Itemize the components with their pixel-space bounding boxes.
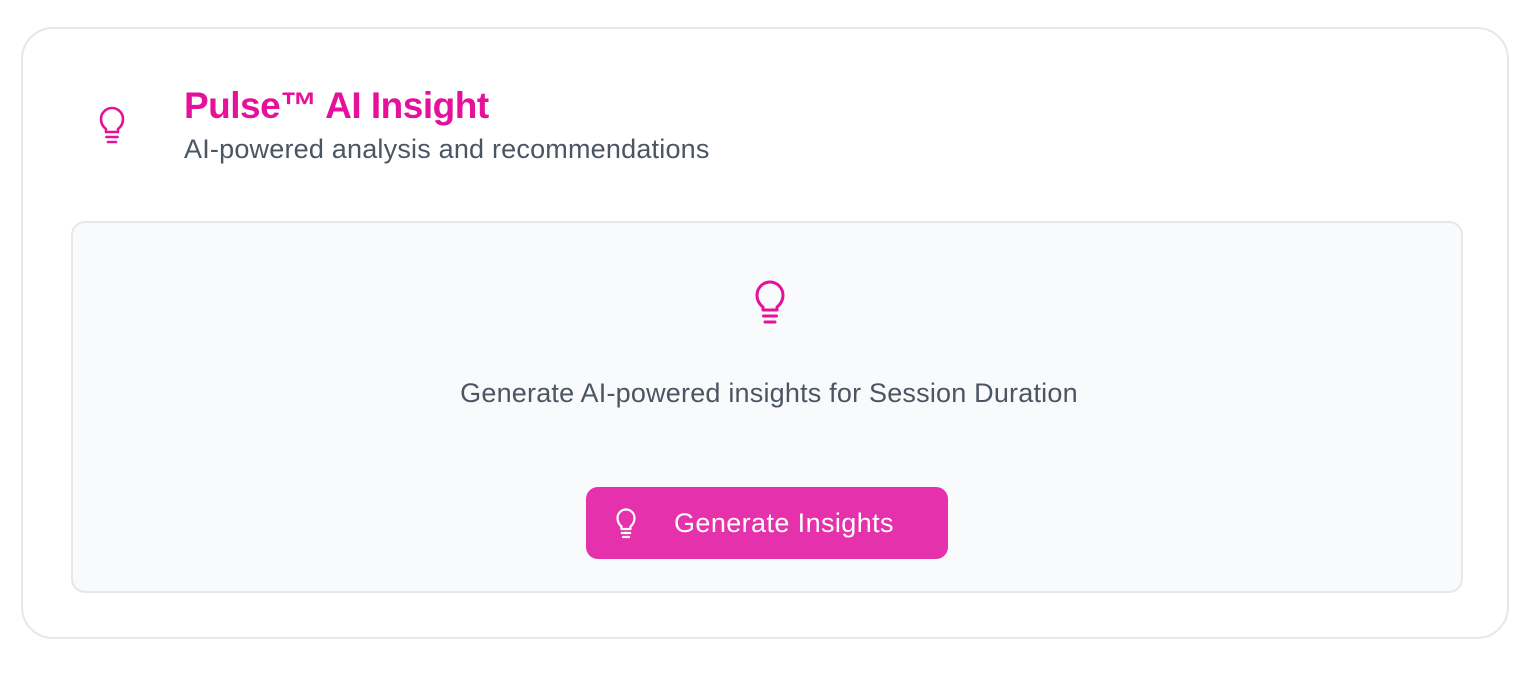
insight-card: Pulse™ AI Insight AI-powered analysis an… [21,27,1509,639]
card-header: Pulse™ AI Insight AI-powered analysis an… [184,83,710,167]
card-subtitle: AI-powered analysis and recommendations [184,134,710,164]
card-title: Pulse™ AI Insight [184,85,489,126]
generate-insights-button[interactable]: Generate Insights [586,487,948,559]
lightbulb-icon [614,506,638,540]
empty-state-message: Generate AI-powered insights for Session… [460,378,1078,408]
insights-empty-state: Generate AI-powered insights for Session… [71,221,1463,593]
lightbulb-icon [97,105,127,145]
generate-insights-label: Generate Insights [674,507,894,538]
lightbulb-icon [753,279,787,325]
